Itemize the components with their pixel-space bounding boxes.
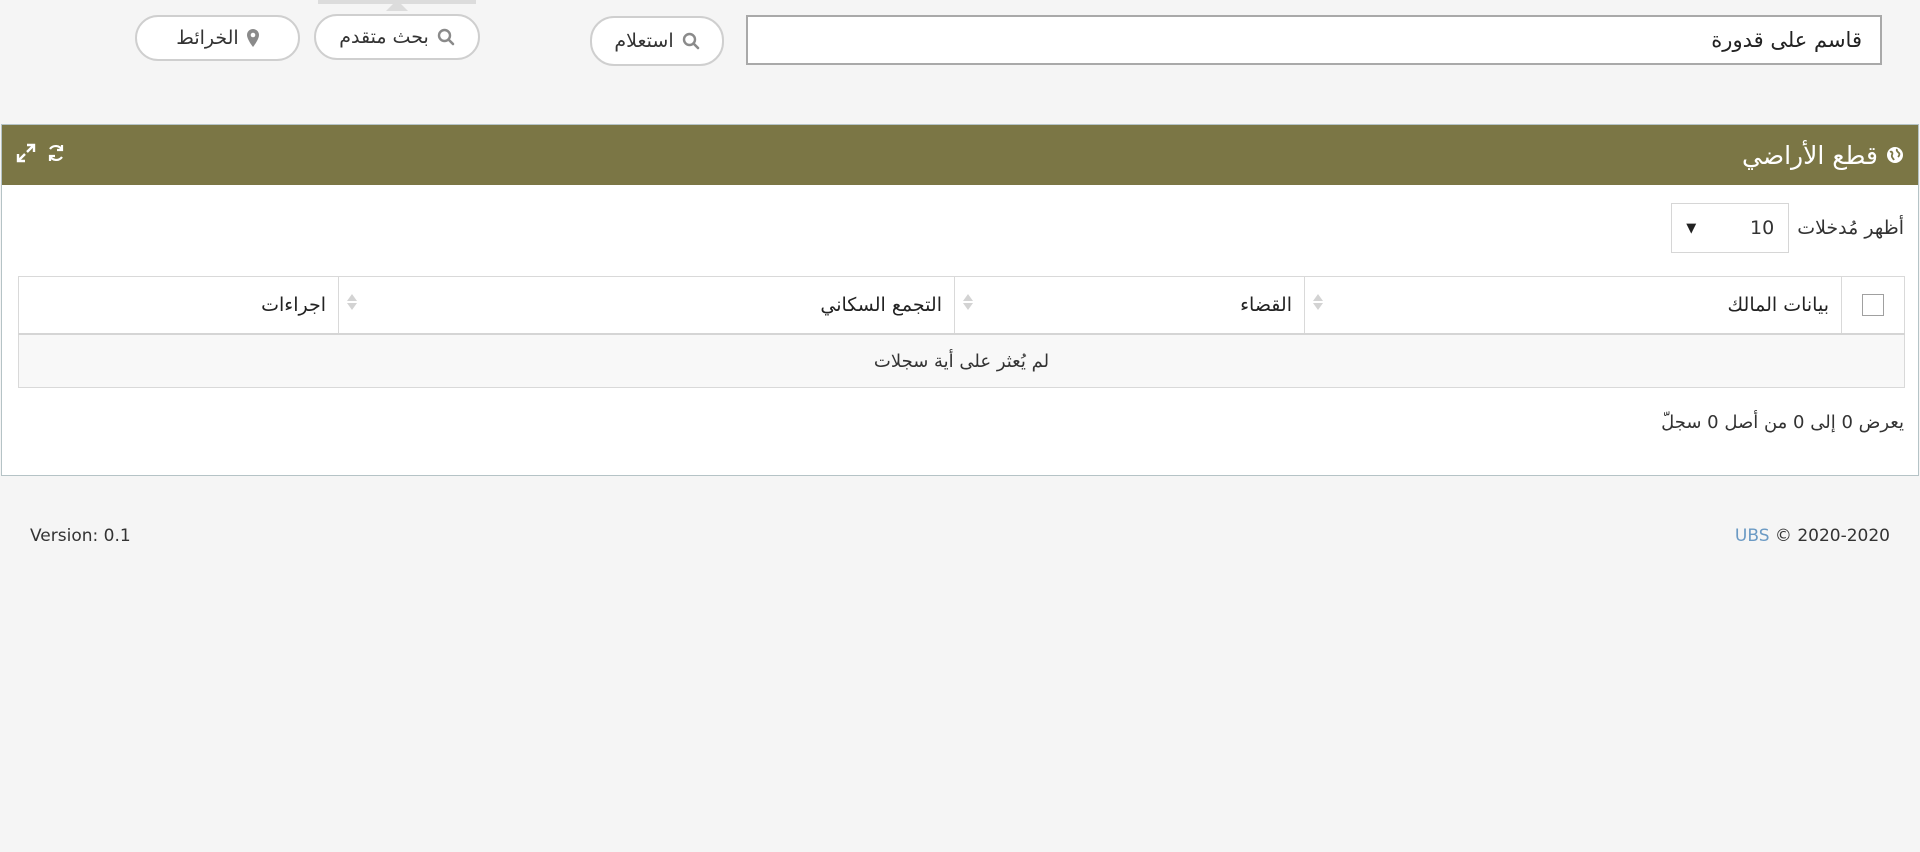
inquiry-button[interactable]: استعلام xyxy=(590,16,724,66)
column-header-label: اجراءات xyxy=(261,294,326,316)
empty-table-message: لم يُعثر على أية سجلات xyxy=(18,333,1905,388)
version-text: Version: 0.1 xyxy=(30,526,131,546)
sort-icon xyxy=(963,294,973,310)
expand-icon[interactable] xyxy=(16,143,36,163)
sort-icon xyxy=(1313,294,1323,310)
page-length-label: أظهر مُدخلات xyxy=(1797,217,1904,239)
page-length-value: 10 xyxy=(1750,217,1775,239)
land-plots-panel: قطع الأراضي أظهر مُدخلات 10 ▼ بيانات الم… xyxy=(1,124,1919,476)
refresh-icon[interactable] xyxy=(46,143,66,163)
column-header-label: التجمع السكاني xyxy=(820,294,942,316)
select-all-header xyxy=(1841,276,1905,335)
map-marker-icon xyxy=(246,29,259,47)
land-plots-table: بيانات المالك القضاء التجمع السكاني اجرا… xyxy=(18,276,1905,388)
column-header-label: بيانات المالك xyxy=(1727,294,1829,316)
panel-tools xyxy=(16,143,66,163)
table-row: لم يُعثر على أية سجلات xyxy=(18,333,1905,388)
page-length-select[interactable]: 10 ▼ xyxy=(1671,203,1790,253)
globe-icon xyxy=(1886,146,1904,164)
panel-header: قطع الأراضي xyxy=(2,125,1918,185)
column-header-community[interactable]: التجمع السكاني xyxy=(338,276,955,335)
column-header-owner[interactable]: بيانات المالك xyxy=(1304,276,1842,335)
brand-link[interactable]: UBS xyxy=(1735,526,1770,546)
maps-button[interactable]: الخرائط xyxy=(135,15,300,61)
advanced-search-button[interactable]: بحث متقدم xyxy=(314,0,480,60)
column-header-district[interactable]: القضاء xyxy=(954,276,1305,335)
maps-label: الخرائط xyxy=(176,27,239,49)
column-header-actions: اجراءات xyxy=(18,276,339,335)
advanced-search-label: بحث متقدم xyxy=(339,26,429,48)
panel-title: قطع الأراضي xyxy=(1742,125,1904,185)
table-header-row: بيانات المالك القضاء التجمع السكاني اجرا… xyxy=(18,276,1905,335)
select-all-checkbox[interactable] xyxy=(1862,294,1884,316)
page-length-control: أظهر مُدخلات 10 ▼ xyxy=(1671,203,1904,253)
sort-icon xyxy=(347,294,357,310)
footer-copyright: UBS © 2020-2020 xyxy=(1735,526,1890,546)
column-header-label: القضاء xyxy=(1240,294,1292,316)
panel-title-text: قطع الأراضي xyxy=(1742,140,1878,170)
dropdown-arrow-icon: ▼ xyxy=(1686,220,1697,236)
search-icon xyxy=(682,32,700,50)
copyright-text: © 2020-2020 xyxy=(1774,526,1890,546)
search-icon xyxy=(437,28,455,46)
table-info: يعرض 0 إلى 0 من أصل 0 سجلّ xyxy=(1661,412,1904,433)
inquiry-label: استعلام xyxy=(614,30,674,52)
advanced-search-caret xyxy=(386,0,408,11)
search-input[interactable] xyxy=(746,15,1882,65)
